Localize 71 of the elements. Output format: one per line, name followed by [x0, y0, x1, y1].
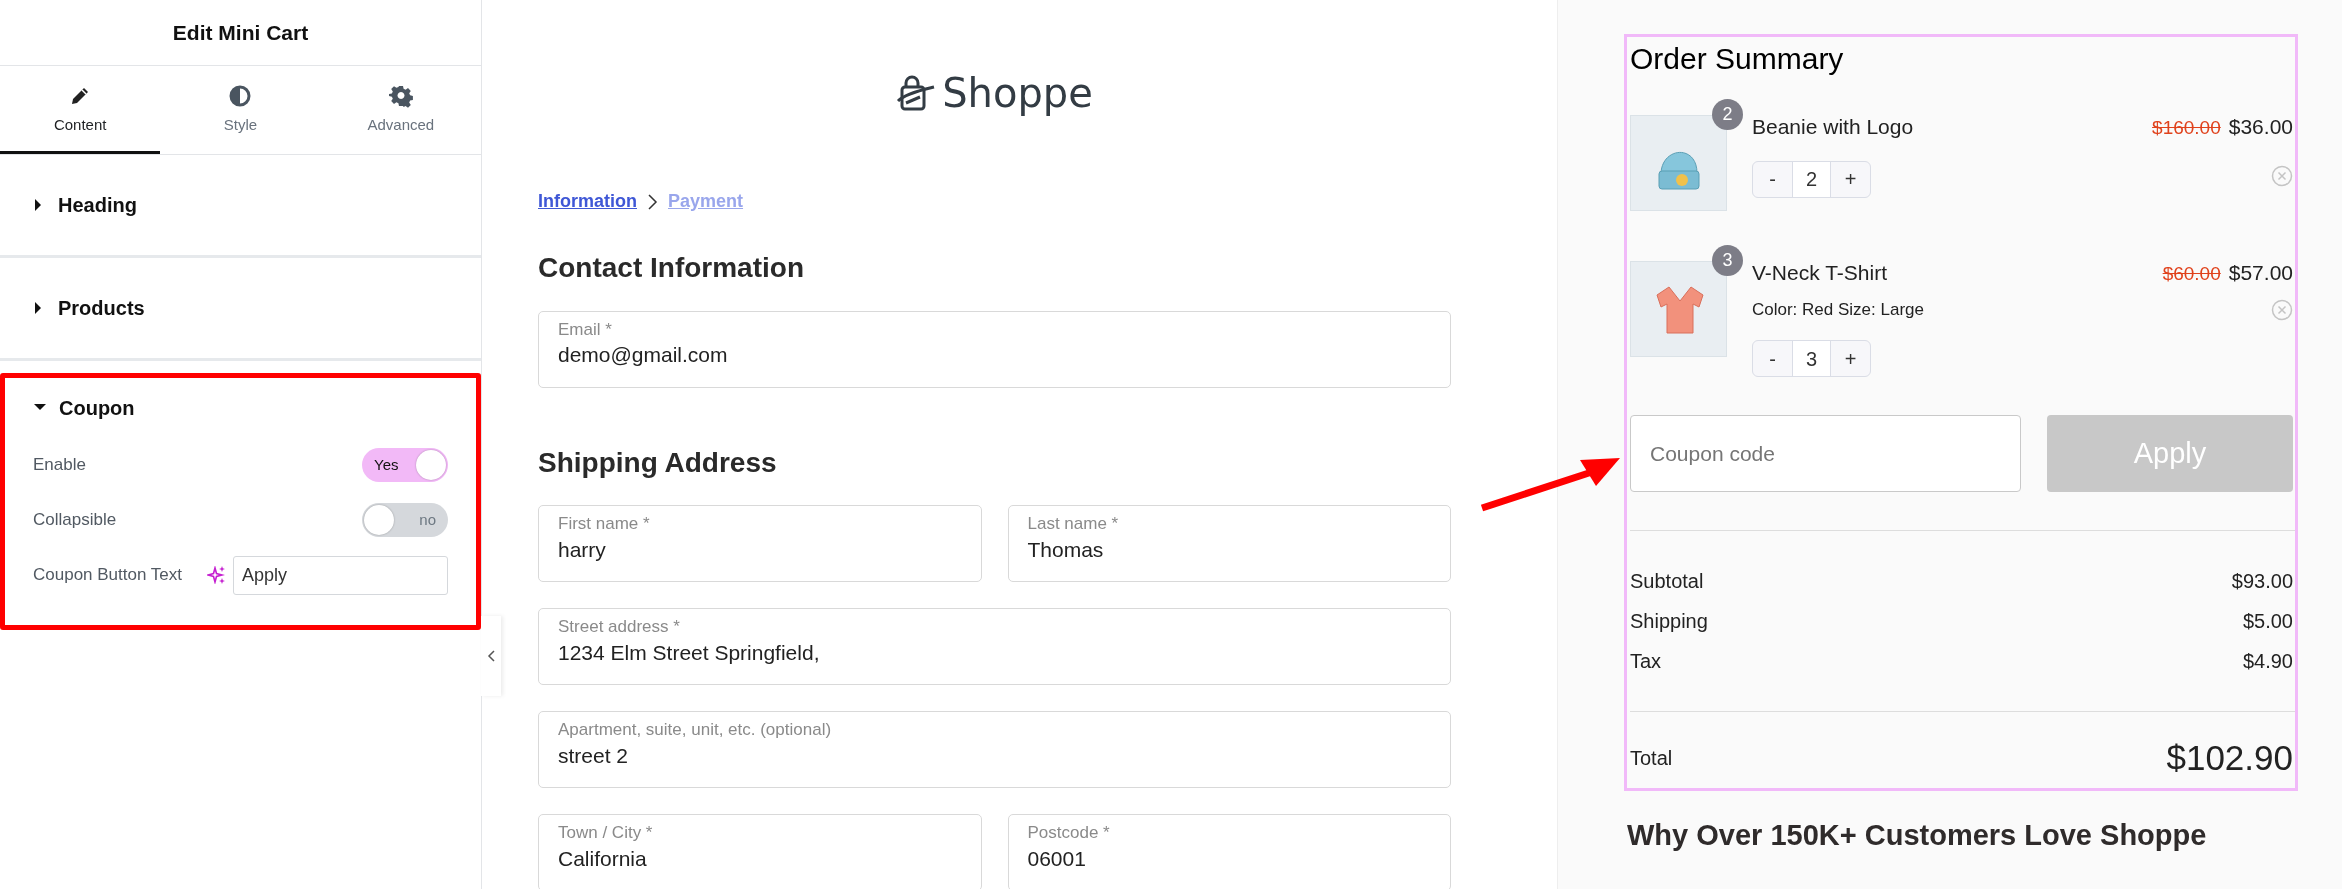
grand-total: $102.90	[2166, 737, 2293, 779]
field-label: Last name *	[1027, 515, 1120, 534]
input-field[interactable]: Last name * Thomas	[1007, 505, 1451, 583]
control-label: Enable	[33, 454, 86, 477]
promo-heading: Why Over 150K+ Customers Love Shoppe	[1627, 818, 2208, 853]
input-field[interactable]: First name * harry	[538, 505, 982, 583]
remove-icon[interactable]	[2271, 298, 2293, 321]
decrease-button[interactable]: -	[1753, 161, 1792, 197]
decrease-button[interactable]: -	[1753, 341, 1792, 376]
field-value: California	[558, 845, 648, 872]
total-label: Tax	[1630, 649, 1662, 674]
increase-button[interactable]: +	[1831, 341, 1870, 376]
section-header[interactable]: Heading	[0, 154, 481, 255]
logo-text: Shoppe	[942, 69, 1093, 118]
field-value: harry	[558, 536, 607, 563]
field-label: Email *	[558, 320, 613, 340]
quantity-badge: 3	[1712, 245, 1743, 276]
field-label: Street address *	[558, 618, 681, 637]
quantity-value: 2	[1792, 161, 1831, 197]
control-label: Coupon Button Text	[33, 564, 182, 587]
sale-price: $57.00	[2228, 260, 2293, 286]
total-label: Subtotal	[1630, 569, 1704, 594]
field-value: 06001	[1027, 845, 1087, 872]
field-value: street 2	[558, 742, 630, 769]
sparkle-icon[interactable]	[207, 566, 225, 584]
original-price: $60.00	[2162, 262, 2221, 286]
input-field[interactable]: Street address * 1234 Elm Street Springfield,	[538, 608, 1451, 686]
settings-icon	[388, 84, 413, 108]
input-field[interactable]: Email * demo@gmail.com	[538, 310, 1451, 388]
tab[interactable]: Advanced	[320, 66, 481, 154]
product-name: Beanie with Logo	[1752, 114, 1914, 140]
toggle-switch[interactable]: Yes	[362, 448, 448, 482]
total-label: Shipping	[1630, 609, 1708, 634]
increase-button[interactable]: +	[1831, 161, 1870, 197]
field-label: Town / City *	[558, 824, 654, 843]
remove-icon[interactable]	[2271, 164, 2293, 187]
field-value: demo@gmail.com	[558, 342, 729, 369]
collapse-handle[interactable]	[481, 616, 501, 696]
total-value: $5.00	[2242, 609, 2293, 634]
field-label: First name *	[558, 515, 651, 534]
chevron-left-icon	[486, 650, 496, 662]
product-name: V-Neck T-Shirt	[1752, 260, 1888, 286]
quantity-value: 3	[1792, 341, 1831, 376]
input-field[interactable]: Postcode * 06001	[1007, 814, 1451, 889]
field-value: 1234 Elm Street Springfield,	[558, 639, 821, 666]
total-label: Total	[1630, 746, 1673, 772]
field-value: Thomas	[1027, 536, 1105, 563]
product-variation: Color: Red Size: Large	[1752, 298, 1924, 321]
panel-title: Edit Mini Cart	[0, 0, 481, 66]
field-label: Apartment, suite, unit, etc. (optional)	[558, 721, 833, 740]
sale-price: $36.00	[2228, 114, 2293, 140]
quantity-badge: 2	[1712, 99, 1743, 130]
input-field[interactable]: Apartment, suite, unit, etc. (optional) street 2	[538, 711, 1451, 789]
summary-title: Order Summary	[1630, 41, 1845, 77]
section-title: Shipping Address	[538, 445, 778, 480]
contrast-icon	[228, 84, 253, 108]
section-header[interactable]: Products	[0, 257, 481, 358]
section-title: Contact Information	[538, 251, 805, 285]
tab[interactable]: Style	[160, 66, 321, 154]
tab[interactable]: Content	[0, 66, 161, 154]
total-value: $4.90	[2242, 649, 2293, 674]
shopping-bag-logo	[896, 75, 937, 111]
total-value: $93.00	[2231, 569, 2293, 594]
chevron-right-icon	[647, 193, 658, 210]
field-label: Postcode *	[1027, 824, 1111, 843]
breadcrumb-link[interactable]: Information	[538, 188, 637, 215]
input-field[interactable]: Town / City * California	[538, 814, 982, 889]
control-label: Collapsible	[33, 509, 117, 532]
section-header[interactable]: Coupon	[5, 377, 476, 438]
original-price: $160.00	[2152, 116, 2221, 140]
text-field[interactable]: Apply	[233, 555, 448, 595]
